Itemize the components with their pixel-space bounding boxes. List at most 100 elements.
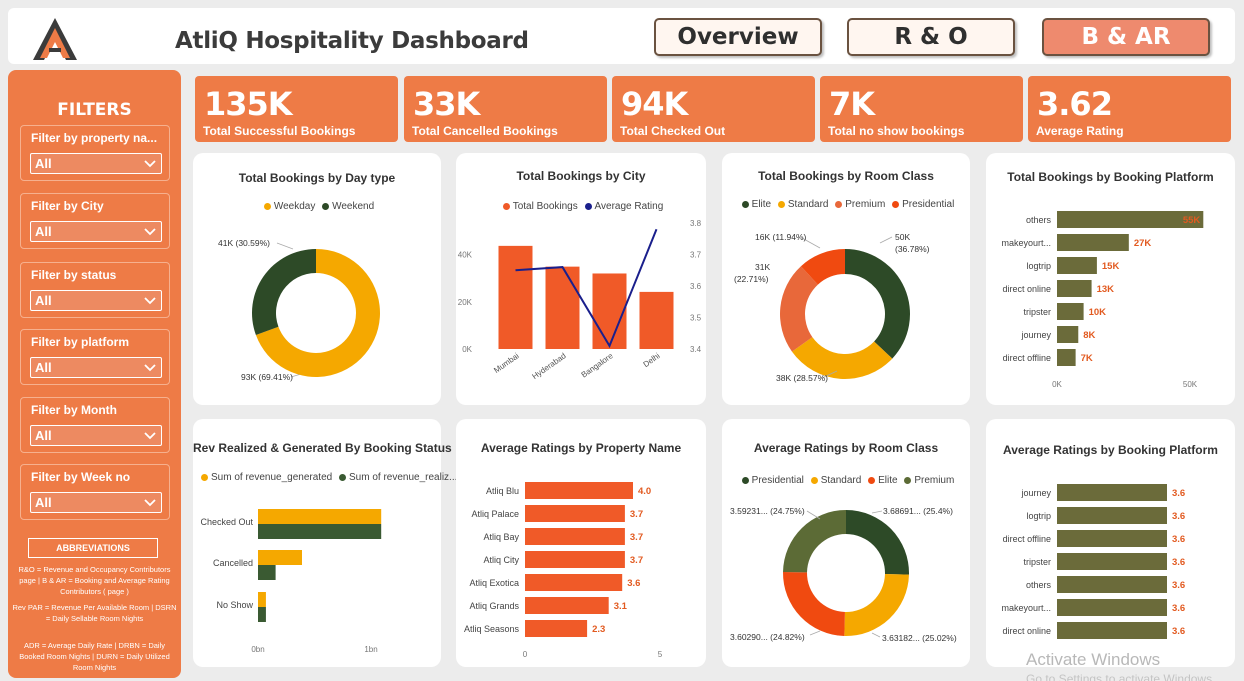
bar-chart-rating-property[interactable]: Atliq Blu 4.0Atliq Palace 3.7Atliq Bay 3.7A… <box>456 419 706 667</box>
data-label: 15K <box>1102 261 1120 272</box>
donut-slice <box>844 573 909 636</box>
filter-label: Filter by platform <box>31 335 130 349</box>
combo-chart-city[interactable]: 0K 20K 40K 3.4 3.5 3.6 3.7 3.8 Mumbai Hyderabad Ba… <box>456 153 706 405</box>
category-label: Checked Out <box>200 517 253 527</box>
category-label: Atliq Palace <box>471 509 519 519</box>
bar <box>1057 576 1167 593</box>
data-label: 13K <box>1097 284 1115 295</box>
category-label: direct offline <box>1003 353 1051 363</box>
x-tick-label: 1bn <box>364 645 377 654</box>
chart-card-booking-status: Rev Realized & Generated By Booking Stat… <box>193 419 457 667</box>
chart-card-rating-room-class: Average Ratings by Room Class Presidenti… <box>722 419 970 667</box>
data-label: 7K <box>1081 353 1093 364</box>
category-label: others <box>1026 580 1052 590</box>
category-label: Atliq Grands <box>469 601 519 611</box>
bar <box>525 551 625 568</box>
bar-chart-rating-platform[interactable]: journey 3.6 logtrip 3.6 direct offline 3.6 tri… <box>986 419 1235 667</box>
data-label: (36.78%) <box>895 244 930 254</box>
category-label: Atliq Exotica <box>469 578 519 588</box>
donut-chart-day-type[interactable]: 93K (69.41%) 41K (30.59%) <box>193 153 441 405</box>
data-label: 41K (30.59%) <box>218 238 270 248</box>
leader-line <box>871 510 883 514</box>
leader-line <box>806 510 821 520</box>
category-label: No Show <box>216 600 253 610</box>
data-label: 3.6 <box>1172 626 1185 637</box>
x-tick-label: Delhi <box>642 351 662 369</box>
chevron-down-icon <box>144 160 156 168</box>
data-label: 3.59231... (24.75%) <box>730 506 805 516</box>
filter-value: All <box>35 360 52 375</box>
bar <box>545 266 580 349</box>
y2-tick-label: 3.4 <box>690 345 702 354</box>
y2-tick-label: 3.7 <box>690 251 702 260</box>
chart-card-room-class: Total Bookings by Room Class Elite Stand… <box>722 153 970 405</box>
filter-value: All <box>35 293 52 308</box>
data-label: 31K <box>755 262 770 272</box>
category-label: logtrip <box>1026 511 1051 521</box>
chevron-down-icon <box>144 432 156 440</box>
kpi-value: 3.62 <box>1037 85 1113 123</box>
y2-tick-label: 3.6 <box>690 282 702 291</box>
filter-dropdown[interactable]: All <box>30 425 162 446</box>
donut-slice <box>845 249 910 359</box>
data-label: 3.6 <box>1172 488 1185 499</box>
category-label: journey <box>1020 330 1051 340</box>
data-label: 8K <box>1083 330 1095 341</box>
filter-dropdown[interactable]: All <box>30 290 162 311</box>
filter-value: All <box>35 224 52 239</box>
filter-dropdown[interactable]: All <box>30 221 162 242</box>
data-label: (22.71%) <box>734 274 769 284</box>
filter-label: Filter by property na... <box>31 131 158 145</box>
category-label: makeyourt... <box>1001 603 1051 613</box>
kpi-card: 7K Total no show bookings <box>820 76 1023 142</box>
data-label: 3.6 <box>1172 534 1185 545</box>
chart-card-city: Total Bookings by City Total Bookings Av… <box>456 153 706 405</box>
category-label: others <box>1026 215 1052 225</box>
kpi-card: 135K Total Successful Bookings <box>195 76 398 142</box>
chart-card-rating-property: Average Ratings by Property Name Atliq B… <box>456 419 706 667</box>
bar <box>258 524 382 539</box>
filter-box: Filter by platform All <box>20 329 170 385</box>
data-label: 3.6 <box>627 578 640 589</box>
filter-value: All <box>35 428 52 443</box>
kpi-value: 94K <box>621 85 688 123</box>
kpi-card: 33K Total Cancelled Bookings <box>404 76 607 142</box>
bar-chart-booking-status[interactable]: Checked Out Cancelled No Show 0bn 1bn <box>193 419 441 667</box>
category-label: tripster <box>1023 557 1051 567</box>
donut-slice <box>783 572 845 636</box>
chart-card-day-type: Total Bookings by Day type Weekday Weeke… <box>193 153 441 405</box>
donut-chart-room-class[interactable]: 50K (36.78%) 38K (28.57%) 31K (22.71%) 16K (1… <box>722 153 970 405</box>
filter-box: Filter by status All <box>20 262 170 318</box>
bar-chart-booking-platform[interactable]: others 55K makeyourt... 27K logtrip 15K direct… <box>986 153 1235 405</box>
filter-value: All <box>35 156 52 171</box>
bar <box>258 565 276 580</box>
leader-line <box>809 630 821 636</box>
bar <box>498 245 533 349</box>
tab-r-and-o[interactable]: R & O <box>847 18 1015 56</box>
tab-overview[interactable]: Overview <box>654 18 822 56</box>
data-label: 93K (69.41%) <box>241 372 293 382</box>
kpi-label: Total Successful Bookings <box>203 124 356 138</box>
chevron-down-icon <box>144 364 156 372</box>
filter-dropdown[interactable]: All <box>30 492 162 513</box>
donut-chart-rating-room-class[interactable]: 3.68691... (25.4%) 3.63182... (25.02%) 3.6… <box>722 419 970 667</box>
filter-dropdown[interactable]: All <box>30 153 162 174</box>
data-label: 3.6 <box>1172 557 1185 568</box>
x-tick-label: 0K <box>1052 380 1062 389</box>
bar <box>1057 622 1167 639</box>
x-tick-label: Mumbai <box>492 351 521 375</box>
bar <box>525 597 609 614</box>
category-label: Atliq Seasons <box>464 624 520 634</box>
kpi-label: Average Rating <box>1036 124 1124 138</box>
filter-dropdown[interactable]: All <box>30 357 162 378</box>
kpi-value: 7K <box>829 85 875 123</box>
bar <box>1057 530 1167 547</box>
tab-b-and-ar[interactable]: B & AR <box>1042 18 1210 56</box>
bar <box>1057 234 1129 251</box>
abbreviation-text: R&O = Revenue and Occupancy Contributors… <box>18 565 171 596</box>
bar <box>258 509 382 524</box>
bar <box>1057 326 1079 343</box>
category-label: journey <box>1020 488 1051 498</box>
filters-panel: FILTERS Filter by property na... All Fil… <box>8 70 181 678</box>
category-label: Atliq City <box>483 555 519 565</box>
